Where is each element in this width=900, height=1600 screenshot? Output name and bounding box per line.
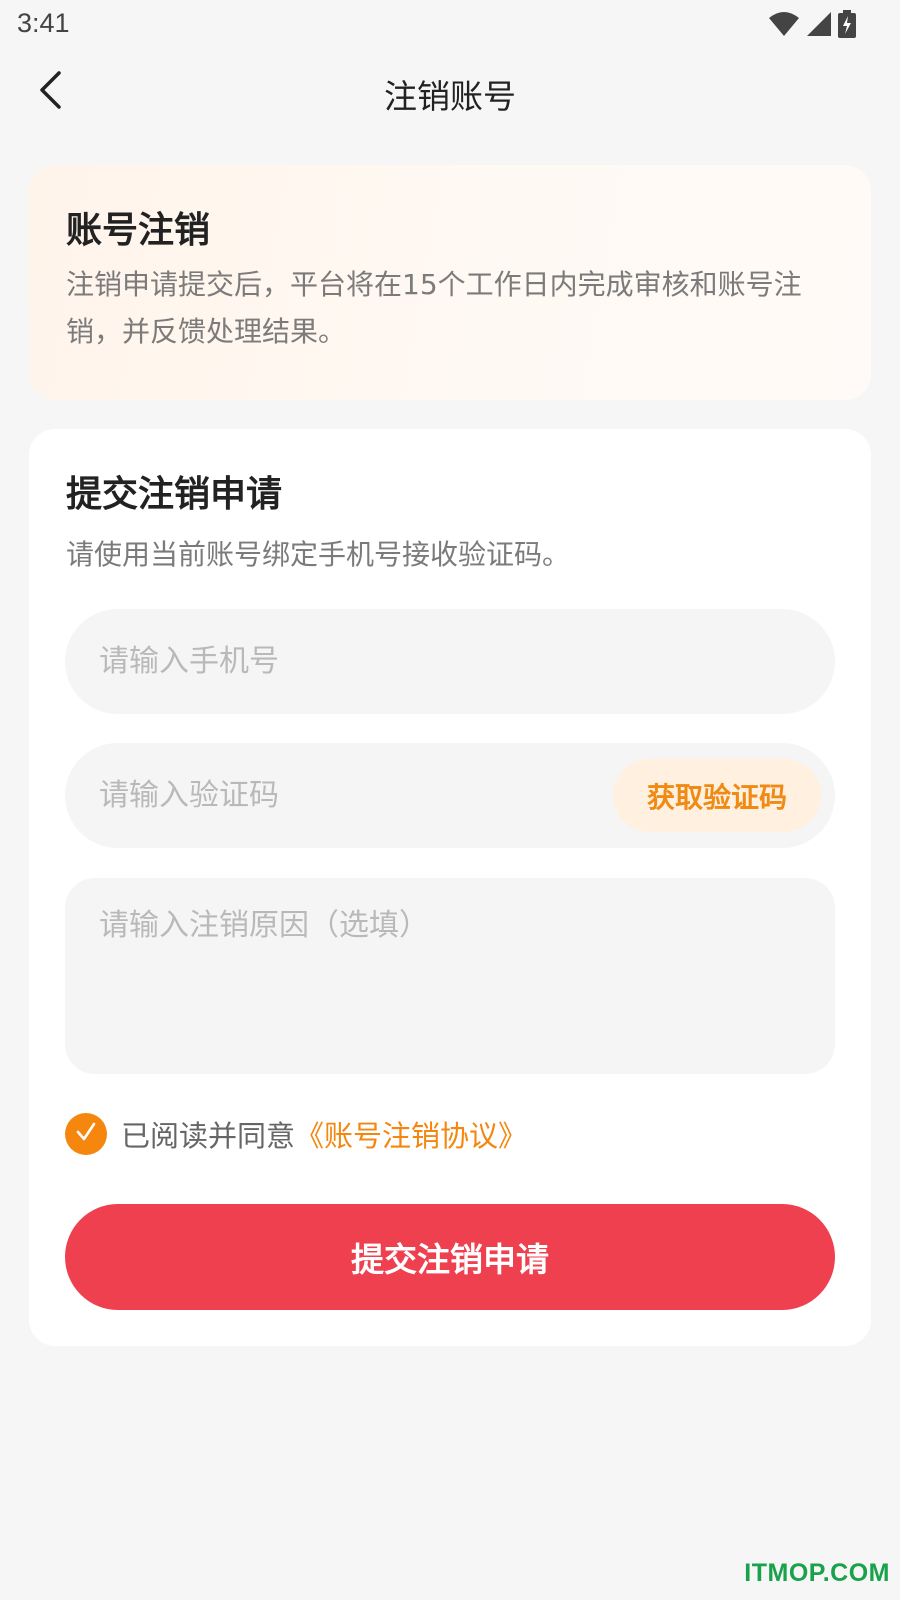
- verification-code-input[interactable]: [65, 743, 585, 848]
- agreement-text: 已阅读并同意: [121, 1119, 296, 1153]
- submit-button[interactable]: 提交注销申请: [65, 1204, 835, 1310]
- signal-icon: [806, 11, 832, 41]
- agreement-checkbox[interactable]: [65, 1113, 107, 1155]
- status-icons: [768, 10, 856, 42]
- reason-input[interactable]: [65, 878, 835, 1074]
- notice-title: 账号注销: [66, 210, 211, 251]
- battery-charging-icon: [838, 10, 856, 42]
- notice-card: 账号注销 注销申请提交后，平台将在15个工作日内完成审核和账号注销，并反馈处理结…: [29, 165, 871, 400]
- wifi-icon: [768, 11, 800, 41]
- agreement-link[interactable]: 《账号注销协议》: [295, 1113, 527, 1155]
- form-title: 提交注销申请: [66, 474, 283, 515]
- get-code-button[interactable]: 获取验证码: [613, 759, 821, 832]
- nav-bar: 注销账号: [0, 50, 900, 134]
- watermark: ITMOP.COM: [744, 1559, 890, 1587]
- verification-code-field: 获取验证码: [65, 743, 835, 848]
- notice-text: 注销申请提交后，平台将在15个工作日内完成审核和账号注销，并反馈处理结果。: [66, 268, 802, 348]
- status-time: 3:41: [17, 8, 70, 38]
- agreement-row: 已阅读并同意 《账号注销协议》: [65, 1112, 527, 1156]
- checkmark-icon: [74, 1120, 98, 1148]
- page-title: 注销账号: [384, 77, 516, 116]
- form-hint: 请使用当前账号绑定手机号接收验证码。: [66, 538, 571, 571]
- phone-input[interactable]: [65, 609, 835, 714]
- status-bar: 3:41: [0, 0, 900, 50]
- form-card: 提交注销申请 请使用当前账号绑定手机号接收验证码。 获取验证码 已阅读并同意 《…: [29, 429, 871, 1346]
